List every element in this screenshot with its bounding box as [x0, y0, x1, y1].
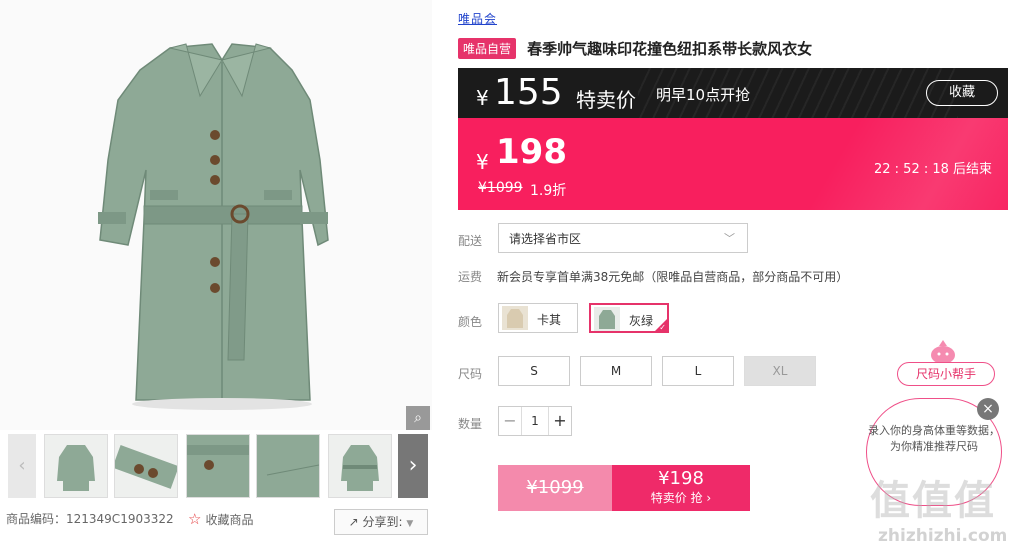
color-option-label: 灰绿	[629, 314, 654, 328]
thumbnail-strip: ‹ ›	[0, 432, 432, 500]
current-price: 198	[496, 132, 567, 172]
shipping-label: 运费	[458, 270, 483, 284]
size-option-m[interactable]: M	[580, 356, 652, 386]
title-row: 唯品自营 春季帅气趣味印花撞色纽扣系带长款风衣女	[458, 38, 812, 59]
close-icon[interactable]: ×	[977, 398, 999, 420]
size-label: 尺码	[458, 367, 483, 381]
quantity-plus-button[interactable]: +	[548, 407, 571, 435]
original-price-block: ¥1099	[498, 465, 612, 511]
color-option-khaki[interactable]: 卡其	[498, 303, 578, 333]
watermark-logo: 值值值	[870, 478, 996, 524]
self-operated-tag: 唯品自营	[458, 38, 517, 59]
price-bar: ¥ 198 ¥1099 1.9折 22 : 52 : 18 后结束	[458, 118, 1008, 210]
delivery-label: 配送	[458, 234, 483, 248]
size-option-s[interactable]: S	[498, 356, 570, 386]
color-label: 颜色	[458, 315, 483, 329]
star-icon: ☆	[188, 510, 202, 528]
buy-original-price: ¥1099	[526, 477, 584, 498]
presale-currency: ¥	[476, 86, 489, 110]
thumbnail-3[interactable]	[186, 434, 250, 498]
thumbnail-4[interactable]	[256, 434, 320, 498]
shipping-text: 新会员专享首单满38元免邮（限唯品自营商品，部分商品不可用）	[497, 270, 849, 284]
presale-label: 特卖价	[576, 88, 636, 112]
presale-time: 明早10点开抢	[656, 86, 751, 104]
favorite-link[interactable]: ☆ 收藏商品	[188, 510, 253, 528]
product-main-image[interactable]: ⌕	[0, 0, 432, 430]
product-title: 春季帅气趣味印花撞色纽扣系带长款风衣女	[527, 40, 813, 58]
color-swatch-graygreen	[594, 307, 620, 331]
current-currency: ¥	[476, 150, 489, 174]
size-option-xl: XL	[744, 356, 816, 386]
collect-button[interactable]: 收藏	[926, 80, 998, 106]
chevron-down-icon: ▼	[406, 519, 414, 529]
quantity-minus-button[interactable]: −	[499, 407, 522, 435]
coat-illustration	[98, 43, 329, 410]
thumbnail-next-button[interactable]: ›	[398, 434, 428, 498]
product-gallery: ⌕ ‹ › 商品编码：121349C1903322 ☆ 收藏商品 ↗ 分享到: ▼	[0, 0, 432, 551]
presale-price: 155	[494, 72, 563, 113]
favorite-label: 收藏商品	[205, 513, 254, 527]
check-icon: ✓	[659, 323, 666, 332]
countdown-timer: 22 : 52 : 18 后结束	[874, 162, 993, 177]
product-code: 商品编码：121349C1903322	[6, 512, 174, 526]
thumbnail-2[interactable]	[114, 434, 178, 498]
size-helper-tab[interactable]: 尺码小帮手	[897, 362, 995, 386]
size-helper-text: 录入你的身高体重等数据，为你精准推荐尺码	[868, 424, 1000, 453]
site-logo-link[interactable]: 唯品会	[458, 10, 497, 27]
region-select[interactable]: 请选择省市区 ﹀	[498, 223, 748, 253]
color-option-graygreen[interactable]: 灰绿 ✓	[589, 303, 669, 333]
buy-now-price: ¥198	[658, 468, 704, 489]
presale-bar: ¥ 155 特卖价 明早10点开抢 收藏	[458, 68, 1008, 118]
thumbnail-1[interactable]	[44, 434, 108, 498]
color-swatch-khaki	[502, 306, 528, 330]
magnifier-icon[interactable]: ⌕	[406, 406, 430, 430]
original-price: ¥1099	[478, 180, 523, 196]
quantity-stepper: − 1 +	[498, 406, 572, 436]
thumbnail-5[interactable]	[328, 434, 392, 498]
share-button[interactable]: ↗ 分享到: ▼	[334, 509, 428, 535]
share-icon: ↗	[348, 515, 359, 529]
discount-label: 1.9折	[530, 183, 567, 199]
quantity-label: 数量	[458, 417, 483, 431]
quantity-input[interactable]: 1	[521, 407, 549, 435]
chevron-down-icon: ﹀	[724, 232, 735, 245]
thumbnail-prev-button[interactable]: ‹	[8, 434, 36, 498]
share-label: 分享到:	[362, 515, 403, 529]
watermark-site: zhizhizhi.com	[878, 526, 1008, 546]
buy-now-button[interactable]: ¥198 特卖价 抢 ›	[612, 465, 750, 511]
region-select-value: 请选择省市区	[509, 232, 582, 246]
color-option-label: 卡其	[537, 313, 562, 327]
buy-now-label: 特卖价 抢 ›	[650, 491, 712, 505]
size-option-l[interactable]: L	[662, 356, 734, 386]
mascot-icon	[931, 340, 955, 364]
